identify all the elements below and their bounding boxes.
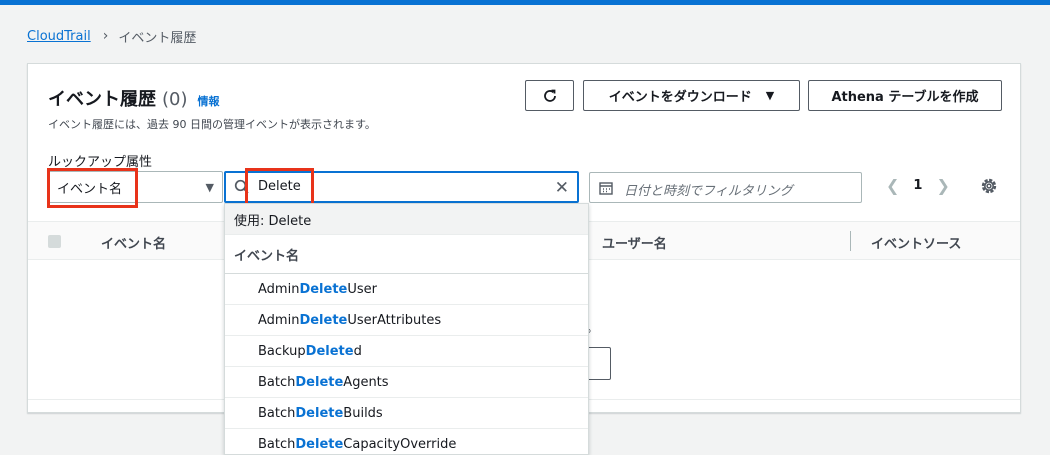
chevron-right-icon[interactable]: ❯ — [936, 176, 949, 195]
event-search-value: Delete — [258, 179, 301, 194]
download-events-button[interactable]: イベントをダウンロード ▼ — [583, 80, 800, 111]
breadcrumb: CloudTrail › イベント履歴 — [27, 26, 196, 46]
page-description: イベント履歴には、過去 90 日間の管理イベントが表示されます。 — [48, 118, 376, 131]
suggestion-group-label: イベント名 — [225, 235, 588, 274]
column-user-name[interactable]: ユーザー名 — [602, 233, 667, 252]
suggestion-item[interactable]: Batch Delete CapacityOverride — [225, 429, 588, 454]
search-suggestions-dropdown: 使用: Delete イベント名 Admin Delete User Admin De… — [224, 203, 589, 455]
caret-down-icon: ▼ — [765, 89, 775, 102]
gear-icon[interactable] — [980, 177, 998, 195]
column-divider — [850, 231, 851, 251]
current-page[interactable]: 1 — [913, 178, 922, 193]
chevron-left-icon[interactable]: ❮ — [886, 176, 899, 195]
lookup-attribute-label: ルックアップ属性 — [48, 155, 153, 170]
info-link[interactable]: 情報 — [198, 93, 220, 109]
calendar-icon — [599, 182, 613, 195]
suggestion-item[interactable]: Batch Delete Agents — [225, 367, 588, 398]
suggestion-item[interactable]: Admin Delete User — [225, 274, 588, 305]
lookup-attribute-value: イベント名 — [57, 181, 123, 197]
caret-down-icon: ▼ — [205, 181, 214, 194]
event-search-input[interactable]: Delete ✕ — [224, 171, 579, 203]
create-athena-table-button[interactable]: Athena テーブルを作成 — [808, 80, 1002, 111]
breadcrumb-current: イベント履歴 — [118, 30, 197, 46]
refresh-button[interactable] — [525, 80, 574, 111]
breadcrumb-cloudtrail-link[interactable]: CloudTrail — [27, 29, 91, 44]
use-search-option[interactable]: 使用: Delete — [225, 204, 588, 235]
download-events-label: イベントをダウンロード — [608, 90, 752, 105]
event-count: (0) — [162, 89, 188, 110]
lookup-attribute-select[interactable]: イベント名 ▼ — [48, 171, 223, 203]
page-title: イベント履歴 (0) 情報 — [48, 85, 220, 111]
pagination: ❮ 1 ❯ — [886, 176, 950, 195]
suggestion-item[interactable]: Backup Delete d — [225, 336, 588, 367]
refresh-icon — [543, 89, 556, 102]
clear-icon[interactable]: ✕ — [555, 178, 569, 198]
empty-state-button-fragment[interactable] — [588, 347, 611, 380]
column-event-source[interactable]: イベントソース — [871, 233, 961, 252]
date-filter-placeholder: 日付と時刻でフィルタリング — [624, 184, 793, 199]
chevron-right-icon: › — [102, 28, 109, 44]
page-title-text: イベント履歴 — [48, 89, 156, 110]
search-icon — [234, 179, 249, 194]
top-accent-bar — [0, 0, 1050, 5]
column-event-name[interactable]: イベント名 — [101, 233, 166, 252]
suggestion-item[interactable]: Admin Delete UserAttributes — [225, 305, 588, 336]
select-all-checkbox[interactable] — [48, 235, 61, 248]
suggestion-item[interactable]: Batch Delete Builds — [225, 398, 588, 429]
date-filter-input[interactable]: 日付と時刻でフィルタリング — [589, 172, 862, 203]
